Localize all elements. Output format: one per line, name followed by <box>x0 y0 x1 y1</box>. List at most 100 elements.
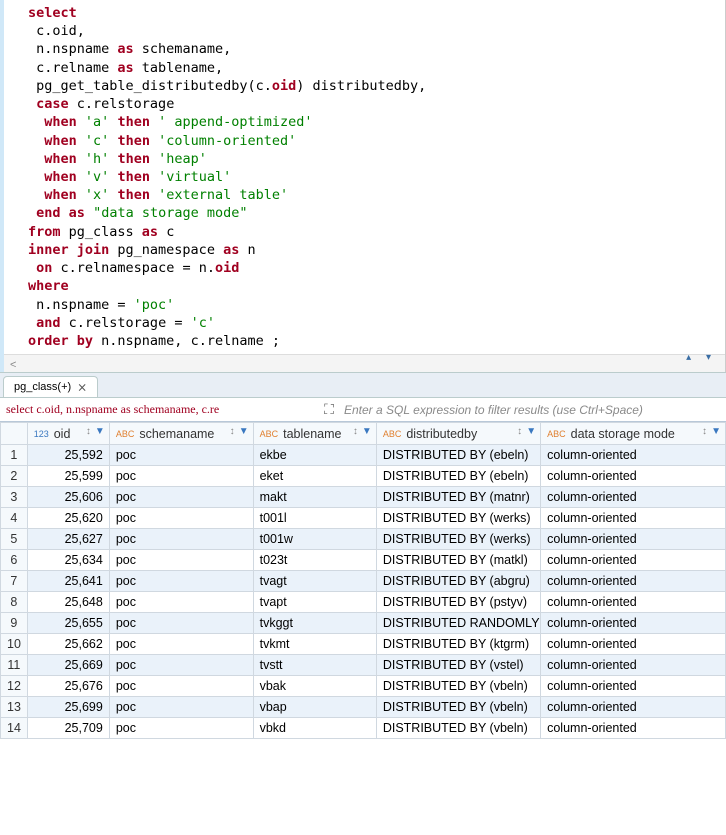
cell-storage-mode[interactable]: column-oriented <box>541 550 726 571</box>
table-row[interactable]: 1325,699pocvbapDISTRIBUTED BY (vbeln)col… <box>1 697 726 718</box>
cell-tablename[interactable]: eket <box>253 466 376 487</box>
table-row[interactable]: 1425,709pocvbkdDISTRIBUTED BY (vbeln)col… <box>1 718 726 739</box>
cell-tablename[interactable]: tvapt <box>253 592 376 613</box>
cell-distributedby[interactable]: DISTRIBUTED BY (vbeln) <box>376 697 540 718</box>
cell-tablename[interactable]: vbap <box>253 697 376 718</box>
cell-oid[interactable]: 25,627 <box>27 529 109 550</box>
table-row[interactable]: 825,648poctvaptDISTRIBUTED BY (pstyv)col… <box>1 592 726 613</box>
result-tab-pgclass[interactable]: pg_class(+) ⨯ <box>3 376 98 397</box>
cell-schemaname[interactable]: poc <box>109 529 253 550</box>
cell-oid[interactable]: 25,655 <box>27 613 109 634</box>
cell-schemaname[interactable]: poc <box>109 445 253 466</box>
expand-icon[interactable]: ⛶ <box>320 401 338 418</box>
sql-expression-text[interactable]: select c.oid, n.nspname as schemaname, c… <box>0 398 320 421</box>
cell-tablename[interactable]: vbak <box>253 676 376 697</box>
cell-distributedby[interactable]: DISTRIBUTED BY (matkl) <box>376 550 540 571</box>
cell-schemaname[interactable]: poc <box>109 466 253 487</box>
cell-oid[interactable]: 25,592 <box>27 445 109 466</box>
cell-tablename[interactable]: tvstt <box>253 655 376 676</box>
cell-oid[interactable]: 25,599 <box>27 466 109 487</box>
filter-input[interactable]: Enter a SQL expression to filter results… <box>338 399 726 421</box>
cell-distributedby[interactable]: DISTRIBUTED BY (pstyv) <box>376 592 540 613</box>
column-header-tablename[interactable]: ABCtablename↕▼ <box>253 423 376 445</box>
filter-icon[interactable]: ▼ <box>362 426 372 437</box>
sort-icon[interactable]: ↕ <box>353 426 358 437</box>
cell-storage-mode[interactable]: column-oriented <box>541 655 726 676</box>
cell-distributedby[interactable]: DISTRIBUTED BY (ktgrm) <box>376 634 540 655</box>
sort-icon[interactable]: ↕ <box>86 426 91 437</box>
cell-tablename[interactable]: t001w <box>253 529 376 550</box>
filter-icon[interactable]: ▼ <box>526 426 536 437</box>
cell-distributedby[interactable]: DISTRIBUTED BY (vbeln) <box>376 718 540 739</box>
cell-oid[interactable]: 25,662 <box>27 634 109 655</box>
table-row[interactable]: 925,655poctvkggtDISTRIBUTED RANDOMLYcolu… <box>1 613 726 634</box>
cell-storage-mode[interactable]: column-oriented <box>541 613 726 634</box>
cell-oid[interactable]: 25,699 <box>27 697 109 718</box>
cell-storage-mode[interactable]: column-oriented <box>541 466 726 487</box>
cell-storage-mode[interactable]: column-oriented <box>541 571 726 592</box>
sort-icon[interactable]: ↕ <box>702 426 707 437</box>
table-row[interactable]: 1225,676pocvbakDISTRIBUTED BY (vbeln)col… <box>1 676 726 697</box>
cell-oid[interactable]: 25,676 <box>27 676 109 697</box>
table-row[interactable]: 125,592pocekbeDISTRIBUTED BY (ebeln)colu… <box>1 445 726 466</box>
sort-icon[interactable]: ↕ <box>517 426 522 437</box>
cell-distributedby[interactable]: DISTRIBUTED BY (ebeln) <box>376 466 540 487</box>
cell-distributedby[interactable]: DISTRIBUTED BY (abgru) <box>376 571 540 592</box>
table-row[interactable]: 625,634poct023tDISTRIBUTED BY (matkl)col… <box>1 550 726 571</box>
cell-tablename[interactable]: tvkggt <box>253 613 376 634</box>
cell-distributedby[interactable]: DISTRIBUTED RANDOMLY <box>376 613 540 634</box>
cell-schemaname[interactable]: poc <box>109 508 253 529</box>
cell-schemaname[interactable]: poc <box>109 718 253 739</box>
cell-storage-mode[interactable]: column-oriented <box>541 718 726 739</box>
cell-distributedby[interactable]: DISTRIBUTED BY (werks) <box>376 529 540 550</box>
cell-schemaname[interactable]: poc <box>109 550 253 571</box>
editor-hscrollbar[interactable]: < ▴ ▾ <box>4 354 725 372</box>
filter-icon[interactable]: ▼ <box>95 426 105 437</box>
cell-tablename[interactable]: makt <box>253 487 376 508</box>
sql-editor[interactable]: select c.oid, n.nspname as schemaname, c… <box>4 0 725 354</box>
cell-tablename[interactable]: ekbe <box>253 445 376 466</box>
table-row[interactable]: 525,627poct001wDISTRIBUTED BY (werks)col… <box>1 529 726 550</box>
cell-schemaname[interactable]: poc <box>109 592 253 613</box>
table-row[interactable]: 1025,662poctvkmtDISTRIBUTED BY (ktgrm)co… <box>1 634 726 655</box>
cell-storage-mode[interactable]: column-oriented <box>541 529 726 550</box>
table-row[interactable]: 725,641poctvagtDISTRIBUTED BY (abgru)col… <box>1 571 726 592</box>
cell-schemaname[interactable]: poc <box>109 676 253 697</box>
cell-distributedby[interactable]: DISTRIBUTED BY (vbeln) <box>376 676 540 697</box>
cell-storage-mode[interactable]: column-oriented <box>541 634 726 655</box>
cell-tablename[interactable]: tvagt <box>253 571 376 592</box>
cell-oid[interactable]: 25,641 <box>27 571 109 592</box>
cell-oid[interactable]: 25,648 <box>27 592 109 613</box>
cell-oid[interactable]: 25,669 <box>27 655 109 676</box>
cell-schemaname[interactable]: poc <box>109 655 253 676</box>
cell-schemaname[interactable]: poc <box>109 634 253 655</box>
cell-schemaname[interactable]: poc <box>109 613 253 634</box>
column-header-distributedby[interactable]: ABCdistributedby↕▼ <box>376 423 540 445</box>
table-row[interactable]: 1125,669poctvsttDISTRIBUTED BY (vstel)co… <box>1 655 726 676</box>
cell-tablename[interactable]: tvkmt <box>253 634 376 655</box>
cell-storage-mode[interactable]: column-oriented <box>541 508 726 529</box>
column-header-data-storage-mode[interactable]: ABCdata storage mode↕▼ <box>541 423 726 445</box>
filter-icon[interactable]: ▼ <box>239 426 249 437</box>
sort-icon[interactable]: ↕ <box>230 426 235 437</box>
cell-tablename[interactable]: t001l <box>253 508 376 529</box>
cell-distributedby[interactable]: DISTRIBUTED BY (vstel) <box>376 655 540 676</box>
cell-tablename[interactable]: t023t <box>253 550 376 571</box>
cell-oid[interactable]: 25,606 <box>27 487 109 508</box>
filter-icon[interactable]: ▼ <box>711 426 721 437</box>
cell-oid[interactable]: 25,620 <box>27 508 109 529</box>
cell-storage-mode[interactable]: column-oriented <box>541 676 726 697</box>
table-row[interactable]: 325,606pocmaktDISTRIBUTED BY (matnr)colu… <box>1 487 726 508</box>
cell-storage-mode[interactable]: column-oriented <box>541 592 726 613</box>
cell-storage-mode[interactable]: column-oriented <box>541 445 726 466</box>
close-icon[interactable]: ⨯ <box>77 380 87 394</box>
column-header-schemaname[interactable]: ABCschemaname↕▼ <box>109 423 253 445</box>
cell-distributedby[interactable]: DISTRIBUTED BY (werks) <box>376 508 540 529</box>
cell-schemaname[interactable]: poc <box>109 571 253 592</box>
column-header-oid[interactable]: 123oid↕▼ <box>27 423 109 445</box>
table-row[interactable]: 225,599poceketDISTRIBUTED BY (ebeln)colu… <box>1 466 726 487</box>
table-row[interactable]: 425,620poct001lDISTRIBUTED BY (werks)col… <box>1 508 726 529</box>
cell-tablename[interactable]: vbkd <box>253 718 376 739</box>
cell-distributedby[interactable]: DISTRIBUTED BY (matnr) <box>376 487 540 508</box>
cell-oid[interactable]: 25,634 <box>27 550 109 571</box>
